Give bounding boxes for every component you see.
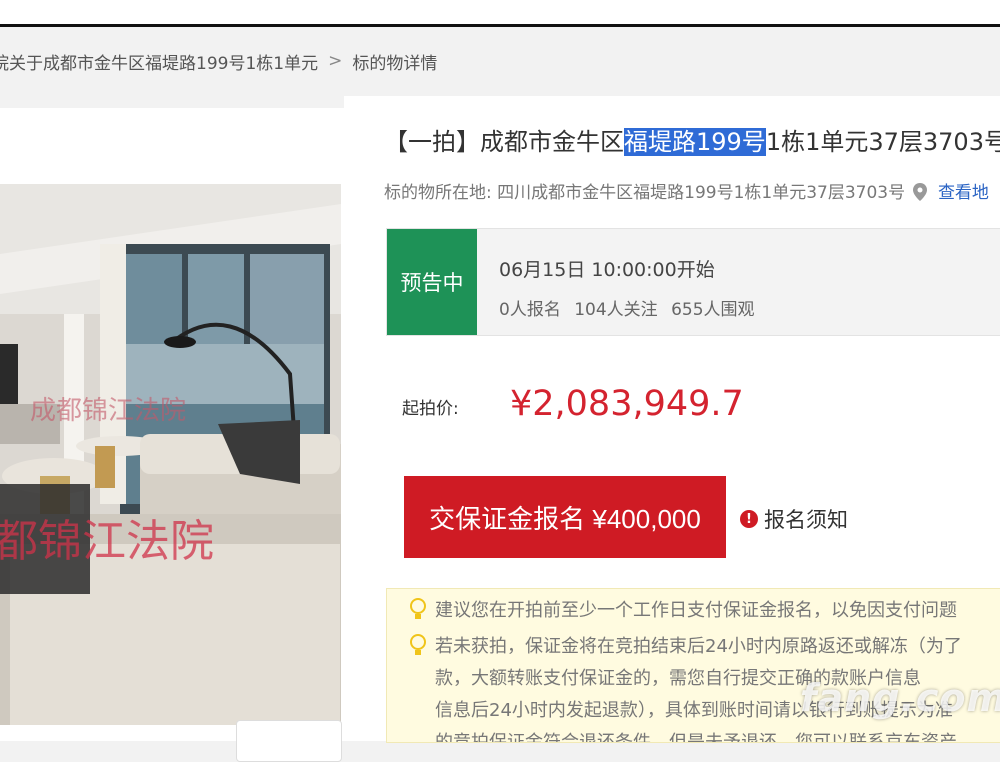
title-prefix: 【一拍】成都市金牛区: [384, 128, 624, 156]
auction-detail-panel: 【一拍】成都市金牛区福堤路199号1栋1单元37层3703号房 标的物所在地: …: [344, 96, 1000, 743]
breadcrumb-trail[interactable]: 院关于成都市金牛区福堤路199号1栋1单元: [0, 49, 318, 74]
location-label: 标的物所在地:: [384, 183, 492, 203]
signup-notice-link[interactable]: ! 报名须知: [740, 504, 848, 534]
site-watermark: fang.com: [800, 676, 1000, 720]
auction-start-time: 06月15日 10:00:00开始: [499, 259, 715, 281]
deposit-signup-button[interactable]: 交保证金报名 ¥400,000: [404, 476, 726, 558]
viewer-count: 655人围观: [671, 300, 755, 320]
listing-title: 【一拍】成都市金牛区福堤路199号1栋1单元37层3703号房: [384, 122, 1000, 157]
property-photo[interactable]: 成都锦江法院 都锦江法院: [0, 184, 341, 725]
lightbulb-icon: [407, 632, 429, 658]
tip-line-1: 建议您在开拍前至少一个工作日支付保证金报名，以免因支付问题: [435, 600, 957, 621]
gallery-panel: 成都锦江法院 都锦江法院: [0, 108, 345, 762]
location-pin-icon: [912, 183, 927, 201]
follower-count: 104人关注: [574, 300, 658, 320]
title-highlight: 福堤路199号: [624, 128, 766, 156]
tip-line-5: 的竞拍保证金符合退还条件，但是未予退还，您可以联系京东资产: [435, 732, 957, 743]
tip-item: 建议您在开拍前至少一个工作日支付保证金报名，以免因支付问题: [407, 595, 957, 627]
auction-status-box: 预告中 06月15日 10:00:00开始 0人报名 104人关注 655人围观: [386, 228, 1000, 336]
starting-price-value: ¥2,083,949.7: [510, 384, 744, 424]
signup-notice-label: 报名须知: [764, 508, 848, 532]
alert-icon: !: [740, 510, 758, 528]
lightbulb-icon: [407, 596, 429, 622]
top-bar: [0, 0, 1000, 27]
thumbnail-nav-button[interactable]: [236, 720, 342, 762]
breadcrumb-separator: >: [328, 51, 343, 71]
location-value: 四川成都市金牛区福堤路199号1栋1单元37层3703号: [497, 183, 906, 203]
title-suffix: 1栋1单元37层3703号房: [765, 128, 1000, 156]
living-room-image: 成都锦江法院 都锦江法院: [0, 184, 341, 725]
photo-watermark-top: 成都锦江法院: [30, 396, 186, 426]
status-badge: 预告中: [387, 229, 477, 335]
starting-price-label: 起拍价:: [402, 399, 459, 419]
view-map-link[interactable]: 查看地: [938, 183, 989, 203]
tip-line-2: 若未获拍，保证金将在竞拍结束后24小时内原路返还或解冻（为了: [435, 636, 962, 657]
breadcrumb-current: 标的物详情: [352, 53, 438, 74]
signup-count: 0人报名: [499, 300, 561, 320]
location-row: 标的物所在地: 四川成都市金牛区福堤路199号1栋1单元37层3703号 查看地: [384, 178, 989, 203]
tip-item: 若未获拍，保证金将在竞拍结束后24小时内原路返还或解冻（为了: [407, 631, 962, 663]
auction-stats: 0人报名 104人关注 655人围观: [499, 295, 763, 320]
breadcrumb: 院关于成都市金牛区福堤路199号1栋1单元 > 标的物详情: [0, 27, 1000, 95]
photo-watermark-main: 都锦江法院: [0, 516, 214, 567]
